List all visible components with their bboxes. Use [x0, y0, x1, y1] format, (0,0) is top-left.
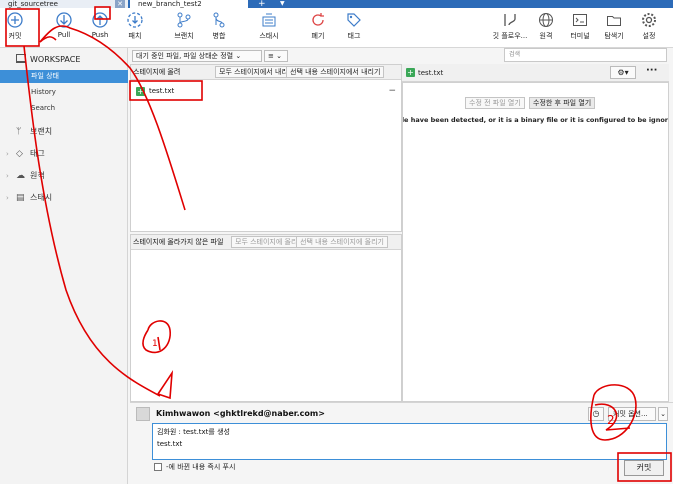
diff-file-name: test.txt	[418, 69, 444, 77]
chevron-right-icon[interactable]: ›	[6, 191, 9, 205]
sidebar-section-tags[interactable]: › ◇ 태그	[0, 147, 128, 161]
commit-message-line: test.txt	[157, 440, 183, 448]
commit-button[interactable]: 커밋	[0, 11, 35, 41]
view-mode-dropdown[interactable]: ≡ ⌄	[264, 50, 288, 62]
push-immediately-checkbox[interactable]	[154, 463, 162, 471]
search-input[interactable]: 검색	[504, 48, 667, 62]
push-icon	[92, 12, 108, 28]
diff-message: file have been detected, or it is a bina…	[402, 116, 669, 124]
tab-strip: git_sourcetree ✕ new_branch_test2 + ▼	[0, 0, 673, 9]
chevron-down-icon: ⌄	[235, 52, 242, 60]
clock-icon[interactable]: ◷	[588, 407, 604, 421]
unstage-selected-button[interactable]: 선택 내용 스테이지에서 내리기	[286, 66, 385, 78]
list-item[interactable]: + test.txt −	[132, 85, 400, 98]
globe-icon	[539, 13, 553, 27]
commit-options-dropdown[interactable]: 커밋 옵션...	[608, 407, 656, 421]
close-icon[interactable]: ✕	[115, 0, 125, 8]
file-name: test.txt	[149, 87, 175, 95]
stash-icon	[262, 13, 276, 27]
fetch-icon	[127, 12, 143, 28]
commit-area: Kimhwawon <ghktlrekd@naber.com> ◷ 커밋 옵션.…	[130, 402, 673, 484]
pull-icon	[56, 12, 72, 28]
staged-header: 스테이지에 올려 모두 스테이지에서 내리기 선택 내용 스테이지에서 내리기	[131, 65, 401, 80]
git-flow-button[interactable]: 깃 플로우...	[490, 11, 530, 41]
new-tab-icon[interactable]: +	[258, 0, 266, 9]
tab-git-sourcetree[interactable]: git_sourcetree ✕	[0, 0, 128, 8]
tag-icon	[347, 13, 361, 27]
folder-icon	[607, 16, 621, 26]
collapse-icon[interactable]: −	[388, 85, 396, 98]
open-before-button[interactable]: 수정 전 파일 열기	[465, 97, 525, 109]
push-immediately-label: -에 바뀐 내용 즉시 푸시	[166, 463, 236, 471]
pull-button[interactable]: Pull	[44, 11, 84, 39]
diff-view: 수정 전 파일 열기 수정한 후 파일 열기 file have been de…	[402, 82, 669, 402]
monitor-icon	[16, 54, 26, 63]
settings-button[interactable]: 설정	[629, 11, 669, 41]
gear-icon	[642, 13, 656, 27]
push-button[interactable]: Push	[80, 11, 120, 39]
toolbar: 커밋 Pull Push 패치 브랜치 병합 스태시 폐기 태그 깃 플로우..…	[0, 8, 673, 48]
stash-icon: ▤	[16, 193, 25, 203]
branch-icon: ᛘ	[16, 127, 22, 137]
chevron-right-icon[interactable]: ›	[6, 169, 9, 183]
branch-button[interactable]: 브랜치	[164, 11, 204, 41]
fetch-button[interactable]: 패치	[115, 11, 155, 41]
commit-message-input[interactable]: 김화원 : test.txt를 생성 test.txt	[152, 423, 667, 460]
author-label: Kimhwawon <ghktlrekd@naber.com>	[156, 409, 325, 418]
tag-icon: ◇	[16, 149, 23, 159]
list-icon: ≡	[268, 52, 274, 60]
chevron-down-icon[interactable]: ⌄	[658, 407, 668, 421]
tab-label: git_sourcetree	[8, 0, 58, 8]
sidebar-section-stashes[interactable]: › ▤ 스태시	[0, 191, 128, 205]
sidebar-section-branches[interactable]: ᛘ 브랜치	[0, 125, 128, 139]
sidebar-item-search[interactable]: Search	[0, 102, 128, 115]
chevron-down-icon[interactable]: ▼	[280, 0, 285, 8]
sort-dropdown[interactable]: 대기 중인 파일, 파일 상태순 정렬 ⌄	[132, 50, 262, 62]
avatar	[136, 407, 150, 421]
tab-label: new_branch_test2	[138, 0, 202, 8]
tag-button[interactable]: 태그	[334, 11, 374, 41]
sidebar: WORKSPACE 파일 상태 History Search ᛘ 브랜치 › ◇…	[0, 48, 128, 484]
discard-icon	[312, 13, 324, 26]
merge-icon	[213, 12, 225, 28]
chevron-right-icon[interactable]: ›	[6, 147, 9, 161]
stage-selected-button[interactable]: 선택 내용 스테이지에 올리기	[296, 236, 388, 248]
filter-bar: 대기 중인 파일, 파일 상태순 정렬 ⌄ ≡ ⌄	[130, 48, 402, 64]
stash-button[interactable]: 스태시	[249, 11, 289, 41]
commit-message-line: 김화원 : test.txt를 생성	[157, 428, 230, 436]
cloud-icon: ☁	[16, 171, 25, 181]
explorer-button[interactable]: 탐색기	[594, 11, 634, 41]
sidebar-item-history[interactable]: History	[0, 86, 128, 99]
file-added-icon: +	[136, 87, 145, 96]
open-after-button[interactable]: 수정한 후 파일 열기	[529, 97, 596, 109]
sidebar-item-file-status[interactable]: 파일 상태	[0, 70, 128, 83]
discard-button[interactable]: 폐기	[298, 11, 338, 41]
file-added-icon: +	[406, 68, 415, 77]
branch-icon	[177, 12, 191, 28]
workspace-heading: WORKSPACE	[30, 55, 81, 64]
plus-circle-icon	[7, 12, 23, 28]
merge-button[interactable]: 병합	[199, 11, 239, 41]
staged-panel: 스테이지에 올려 모두 스테이지에서 내리기 선택 내용 스테이지에서 내리기 …	[130, 64, 402, 232]
sidebar-section-remotes[interactable]: › ☁ 원격	[0, 169, 128, 183]
commit-submit-button[interactable]: 커밋	[624, 460, 664, 476]
diff-header: + test.txt ⚙▾ ···	[402, 64, 669, 82]
more-icon[interactable]: ···	[646, 65, 657, 76]
git-flow-icon	[504, 14, 516, 26]
tab-new-branch-test2[interactable]: new_branch_test2	[130, 0, 248, 8]
chevron-down-icon: ⌄	[276, 52, 282, 60]
unstaged-header: 스테이지에 올라가지 않은 파일 모두 스테이지에 올리기 선택 내용 스테이지…	[131, 235, 401, 250]
unstaged-panel: 스테이지에 올라가지 않은 파일 모두 스테이지에 올리기 선택 내용 스테이지…	[130, 234, 402, 402]
gear-icon[interactable]: ⚙▾	[610, 66, 636, 79]
terminal-icon	[573, 14, 587, 26]
